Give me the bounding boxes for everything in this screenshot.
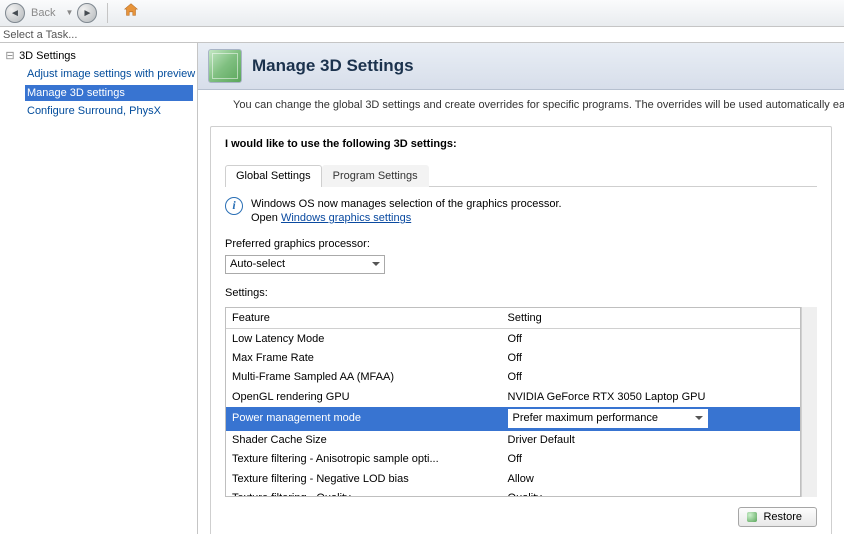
feature-cell: Low Latency Mode [226,329,502,349]
panel-heading: I would like to use the following 3D set… [225,137,817,151]
col-setting[interactable]: Setting [502,308,800,329]
table-row[interactable]: Power management mode Prefer maximum perf… [226,407,800,431]
info-icon: i [225,197,243,215]
setting-cell: Off [502,368,800,387]
forward-button[interactable]: ► [77,3,97,23]
setting-cell: Driver Default [502,431,800,450]
setting-cell: Off [502,329,800,349]
setting-cell: NVIDIA GeForce RTX 3050 Laptop GPU [502,387,800,406]
page-title: Manage 3D Settings [252,55,414,77]
sidebar-item-adjust-image[interactable]: Adjust image settings with preview [25,66,193,82]
restore-icon [747,512,757,522]
table-row[interactable]: Multi-Frame Sampled AA (MFAA)Off [226,368,800,387]
setting-select[interactable]: Prefer maximum performance [508,409,708,428]
feature-cell: Texture filtering - Quality [226,488,502,497]
setting-cell: Off [502,349,800,368]
table-row[interactable]: Shader Cache SizeDriver Default [226,431,800,450]
tab-program-settings[interactable]: Program Settings [322,165,429,187]
restore-button-label: Restore [763,510,802,524]
settings-tabs: Global Settings Program Settings [225,164,817,187]
table-row[interactable]: Low Latency ModeOff [226,329,800,349]
task-tree: ⊟ 3D Settings Adjust image settings with… [0,43,198,534]
feature-cell: Multi-Frame Sampled AA (MFAA) [226,368,502,387]
setting-cell: Quality [502,488,800,497]
banner-logo-icon [208,49,242,83]
back-label: Back [31,6,55,20]
table-row[interactable]: Texture filtering - Negative LOD biasAll… [226,469,800,488]
setting-cell: Off [502,450,800,469]
page-subtitle: You can change the global 3D settings an… [198,90,844,112]
back-dropdown-icon[interactable]: ▼ [65,8,73,18]
feature-cell: Shader Cache Size [226,431,502,450]
tab-global-settings[interactable]: Global Settings [225,165,322,187]
back-button[interactable]: ◄ [5,3,25,23]
settings-table: Feature Setting Low Latency ModeOffMax F… [225,307,801,497]
table-row[interactable]: Texture filtering - QualityQuality [226,488,800,497]
feature-cell: Texture filtering - Negative LOD bias [226,469,502,488]
select-task-bar[interactable]: Select a Task... [0,27,844,43]
feature-cell: Max Frame Rate [226,349,502,368]
preferred-processor-select[interactable]: Auto-select [225,255,385,274]
home-icon[interactable] [118,1,144,25]
page-banner: Manage 3D Settings [198,43,844,90]
settings-label: Settings: [225,286,817,300]
restore-button[interactable]: Restore [738,507,817,527]
sidebar-item-manage-3d[interactable]: Manage 3D settings [25,85,193,101]
tree-root-3d-settings[interactable]: ⊟ 3D Settings [4,49,193,63]
feature-cell: Power management mode [226,407,502,431]
table-row[interactable]: OpenGL rendering GPUNVIDIA GeForce RTX 3… [226,387,800,406]
tree-collapse-icon[interactable]: ⊟ [4,49,16,63]
setting-cell: Allow [502,469,800,488]
settings-scrollbar[interactable] [801,307,817,497]
windows-graphics-settings-link[interactable]: Windows graphics settings [281,212,411,224]
info-text: Windows OS now manages selection of the … [251,197,562,226]
feature-cell: Texture filtering - Anisotropic sample o… [226,450,502,469]
setting-cell[interactable]: Prefer maximum performance [502,407,800,431]
feature-cell: OpenGL rendering GPU [226,387,502,406]
table-row[interactable]: Max Frame RateOff [226,349,800,368]
col-feature[interactable]: Feature [226,308,502,329]
preferred-processor-label: Preferred graphics processor: [225,237,817,251]
table-row[interactable]: Texture filtering - Anisotropic sample o… [226,450,800,469]
tree-root-label: 3D Settings [19,50,76,62]
sidebar-item-surround-physx[interactable]: Configure Surround, PhysX [25,103,193,119]
toolbar-separator [107,3,108,23]
